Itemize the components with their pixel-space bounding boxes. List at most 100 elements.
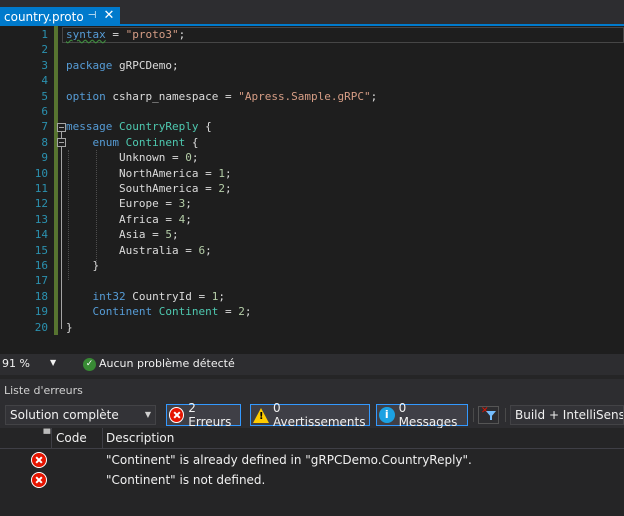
code-token: Africa = (66, 212, 179, 226)
code-token: "proto3" (125, 28, 179, 41)
editor-status-bar: 91 % ▼ ✓ Aucun problème détecté (0, 354, 624, 375)
health-status[interactable]: Aucun problème détecté (99, 357, 235, 370)
code-token: message (66, 120, 113, 134)
close-icon[interactable]: ✕ (103, 9, 115, 23)
code-token: Europe = (66, 197, 179, 211)
messages-filter-button[interactable]: i 0 Messages (376, 401, 468, 429)
code-text: } (66, 258, 99, 273)
zoom-level: 91 % (2, 357, 30, 370)
warnings-filter-button[interactable]: ! 0 Avertissements (250, 401, 370, 429)
code-token: package (66, 58, 113, 72)
fold-region-message (61, 132, 62, 329)
code-line[interactable]: 14 Asia = 5; (0, 227, 624, 242)
code-token: ; (178, 28, 186, 41)
code-token: Asia = (66, 228, 166, 242)
code-token: Unknown = (66, 151, 186, 165)
tab-country-proto[interactable]: country.proto ⊣ ✕ (0, 7, 120, 26)
code-text: option csharp_namespace = "Apress.Sample… (66, 89, 377, 104)
table-row[interactable]: "Continent" is not defined. (0, 470, 624, 490)
code-token: ; (191, 151, 199, 165)
code-text: syntax = "proto3"; (66, 27, 185, 42)
table-row[interactable]: "Continent" is already defined in "gRPCD… (0, 450, 624, 470)
line-number: 20 (34, 320, 48, 334)
line-number: 11 (34, 182, 48, 195)
code-line[interactable]: 20} (0, 320, 624, 335)
error-list-toolbar: Solution complète ▼ 2 Erreurs ! 0 Averti… (0, 401, 624, 429)
code-text: Africa = 4; (66, 212, 192, 227)
code-line[interactable]: 5 option csharp_namespace = "Apress.Sampl… (0, 89, 624, 104)
code-token: option (66, 89, 106, 103)
code-token: ; (205, 243, 212, 257)
errors-filter-button[interactable]: 2 Erreurs (166, 401, 241, 429)
code-line[interactable]: 7 message CountryReply { (0, 119, 624, 134)
code-token: Continent (158, 305, 219, 319)
line-number: 12 (34, 197, 48, 211)
code-token: ; (370, 89, 378, 103)
code-token: ; (244, 305, 252, 319)
code-token: ; (185, 212, 192, 226)
code-token: = (218, 305, 239, 319)
column-description[interactable]: Description (106, 431, 174, 445)
code-line[interactable]: 13 Africa = 4; (0, 212, 624, 227)
line-number: 1 (41, 28, 48, 41)
error-list-grid: ▝▘ Code Description "Continent" is alrea… (0, 428, 624, 516)
fold-toggle-enum[interactable] (57, 138, 66, 147)
zoom-selector[interactable]: 91 % ▼ (2, 357, 58, 372)
scope-dropdown[interactable]: Solution complète ▼ (5, 405, 156, 425)
code-line[interactable]: 4 (0, 73, 624, 88)
code-token: CountryId = (125, 289, 212, 303)
code-token: 2 (218, 182, 225, 195)
code-line[interactable]: 16 } (0, 258, 624, 273)
code-line[interactable]: 12 Europe = 3; (0, 196, 624, 211)
column-code[interactable]: Code (56, 431, 87, 445)
code-token: int32 (92, 289, 126, 303)
error-icon (31, 472, 47, 488)
code-token: Australia = (66, 243, 199, 257)
code-line[interactable]: 19 Continent Continent = 2; (0, 304, 624, 319)
code-line[interactable]: 3 package gRPCDemo; (0, 58, 624, 73)
code-line[interactable]: 9 Unknown = 0; (0, 150, 624, 165)
error-icon (31, 452, 47, 468)
code-line[interactable]: 10 NorthAmerica = 1; (0, 166, 624, 181)
line-number: 17 (34, 274, 48, 288)
code-line[interactable]: 17 (0, 273, 624, 288)
warnings-count: 0 Avertissements (273, 401, 366, 429)
line-number: 19 (34, 305, 48, 319)
toolbar-divider (473, 408, 474, 422)
code-token: "Apress.Sample.gRPC" (238, 89, 371, 103)
code-token: csharp_namespace = (105, 89, 239, 103)
line-number: 15 (34, 243, 48, 257)
code-token: 0 (185, 151, 192, 165)
chevron-down-icon: ▼ (144, 410, 151, 419)
code-text: Europe = 3; (66, 196, 192, 211)
fold-toggle-message[interactable] (57, 123, 66, 132)
code-token: enum (92, 135, 120, 149)
code-line[interactable]: 6 (0, 104, 624, 119)
filter-icon[interactable]: ✕ (478, 406, 499, 424)
grid-header: ▝▘ Code Description (0, 428, 624, 449)
code-token: gRPCDemo; (112, 58, 179, 72)
toolbar-divider (505, 408, 506, 422)
code-line[interactable]: 8 enum Continent { (0, 135, 624, 150)
code-editor[interactable]: 1 syntax = "proto3"; 2 3 package gRPCDemo; 4 5… (0, 26, 624, 354)
code-token: { (185, 135, 199, 149)
code-token: { (198, 120, 212, 134)
pin-icon[interactable]: ⊣ (86, 10, 98, 22)
panel-splitter[interactable] (0, 375, 624, 379)
code-line[interactable]: 2 (0, 42, 624, 57)
code-line[interactable]: 18 int32 CountryId = 1; (0, 289, 624, 304)
error-description: "Continent" is not defined. (106, 473, 266, 487)
code-text: int32 CountryId = 1; (66, 289, 225, 304)
warning-icon: ! (253, 407, 269, 423)
code-token: SouthAmerica = (66, 182, 219, 195)
build-source-dropdown[interactable]: Build + IntelliSense (510, 405, 624, 425)
code-token: Continent (125, 135, 186, 149)
code-line[interactable]: 15 Australia = 6; (0, 243, 624, 258)
code-text: SouthAmerica = 2; (66, 181, 232, 196)
code-line[interactable]: 11 SouthAmerica = 2; (0, 181, 624, 196)
indent-guide (96, 150, 97, 263)
line-number: 14 (34, 228, 48, 242)
code-line[interactable]: 1 syntax = "proto3"; (0, 27, 624, 42)
